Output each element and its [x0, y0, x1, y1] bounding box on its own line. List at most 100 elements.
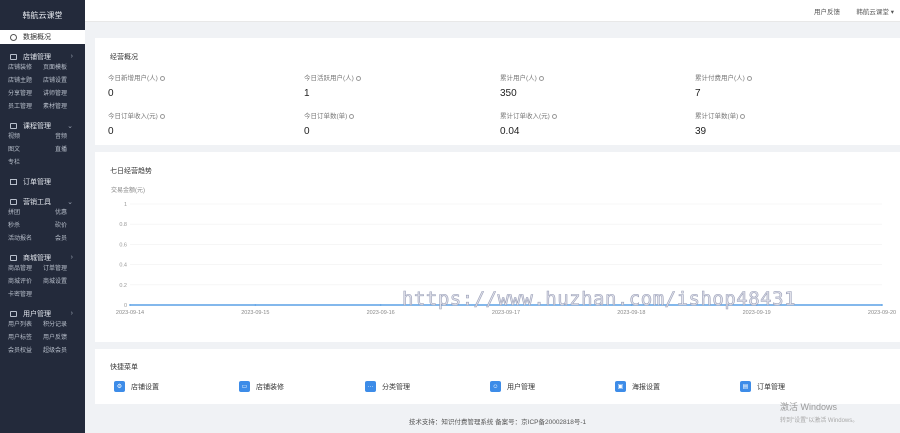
data-point [129, 304, 131, 306]
sidebar-subitem[interactable]: 讲师管理 [43, 89, 78, 100]
sidebar-subitem[interactable]: 员工管理 [8, 102, 43, 113]
quick-menu-card: 快捷菜单 [95, 349, 900, 404]
quick-item-order-management[interactable]: ▤ 订单管理 [740, 381, 785, 392]
stat-value: 0 [108, 88, 114, 99]
x-tick-label: 2023-09-14 [116, 310, 144, 316]
sidebar: 韩航云课堂 数据概况 店铺管理 › 店铺装修 页面模板 店铺主题 店铺设置 分享… [0, 0, 85, 433]
quick-item-user-management[interactable]: ☺ 用户管理 [490, 381, 535, 392]
stat-value: 0.04 [500, 126, 520, 137]
sidebar-subitem[interactable]: 图文 [8, 145, 43, 156]
help-icon [551, 113, 557, 119]
help-icon [159, 75, 165, 81]
sidebar-subitem[interactable]: 商品管理 [8, 264, 43, 275]
sidebar-group-mall-header[interactable]: 商城管理 › [0, 251, 85, 264]
order-icon: ▤ [740, 381, 751, 392]
x-tick-label: 2023-09-18 [617, 310, 645, 316]
x-tick-label: 2023-09-17 [492, 310, 520, 316]
y-tick-label: 0.6 [119, 242, 127, 248]
y-tick-label: 0 [124, 303, 127, 309]
sidebar-group-store-header[interactable]: 店铺管理 › [0, 50, 85, 63]
windows-activation-notice: 激活 Windows 转到"设置"以激活 Windows。 [780, 402, 859, 424]
stat-value: 350 [500, 88, 517, 99]
sidebar-subitem[interactable]: 用户反馈 [43, 333, 78, 344]
chevron-down-icon: ⌄ [67, 198, 73, 206]
quick-item-store-decor[interactable]: ▭ 店铺装修 [239, 381, 284, 392]
chevron-right-icon: › [70, 310, 73, 317]
store-icon [10, 53, 17, 60]
chevron-right-icon: › [70, 53, 73, 60]
quick-item-store-settings[interactable]: ⚙ 店铺设置 [114, 381, 159, 392]
sidebar-subitem[interactable]: 超级会员 [43, 346, 78, 357]
stat-value: 1 [304, 88, 310, 99]
help-icon [740, 113, 746, 119]
dashboard-icon [10, 33, 17, 41]
sidebar-group-course: 课程管理 ⌄ 视频 音频 图文 直播 专栏 [0, 119, 85, 169]
marketing-icon [10, 198, 17, 205]
sidebar-subitem[interactable]: 商城设置 [43, 277, 78, 288]
sidebar-subitem[interactable]: 秒杀 [8, 221, 43, 232]
user-icon: ☺ [490, 381, 501, 392]
sidebar-group-course-header[interactable]: 课程管理 ⌄ [0, 119, 85, 132]
chevron-down-icon: ⌄ [67, 122, 73, 130]
y-tick-label: 0.4 [119, 263, 127, 269]
gear-icon: ⚙ [114, 381, 125, 392]
sidebar-group-users: 用户管理 › 用户列表 积分记录 用户标签 用户反馈 会员权益 超级会员 [0, 307, 85, 357]
sidebar-subitem[interactable]: 商城评价 [8, 277, 43, 288]
trend-chart: 交易金额(元) 0 0.2 0.4 0.6 0.8 1 2023-09-14 2023-09-1… [111, 186, 896, 316]
stat-item: 累计订单数(单) 39 [695, 110, 746, 137]
y-tick-label: 0.2 [119, 283, 127, 289]
sidebar-subitem[interactable]: 用户标签 [8, 333, 43, 344]
sidebar-group-marketing-header[interactable]: 营销工具 ⌄ [0, 195, 85, 208]
stat-value: 0 [108, 126, 114, 137]
feedback-link[interactable]: 用户反馈 [814, 6, 840, 16]
app-logo: 韩航云课堂 [22, 10, 63, 20]
sidebar-subitem[interactable]: 会员 [43, 234, 78, 245]
sidebar-subitem[interactable]: 店铺设置 [43, 76, 78, 87]
user-menu[interactable]: 韩航云课堂 ▾ [856, 6, 894, 16]
sidebar-group-users-header[interactable]: 用户管理 › [0, 307, 85, 320]
sidebar-subitem[interactable]: 会员权益 [8, 346, 43, 357]
sidebar-subitem[interactable]: 优惠 [43, 208, 78, 219]
sidebar-subitem[interactable]: 音频 [43, 132, 78, 143]
stat-item: 今日新增用户(人) 0 [108, 72, 165, 99]
sidebar-subitem[interactable]: 视频 [8, 132, 43, 143]
stat-value: 7 [695, 88, 701, 99]
sidebar-subitem[interactable]: 用户列表 [8, 320, 43, 331]
quick-item-category[interactable]: ··· 分类管理 [365, 381, 410, 392]
sidebar-item-label: 数据概况 [23, 34, 51, 41]
sidebar-item-orders[interactable]: 订单管理 [0, 175, 85, 189]
mall-icon [10, 254, 17, 261]
overview-card: 经营概况 今日新增用户(人) 0 今日活跃用户(人) 1 累计用户(人) 350… [95, 38, 900, 145]
stat-item: 累计订单收入(元) 0.04 [500, 110, 557, 137]
sidebar-subitem[interactable]: 积分记录 [43, 320, 78, 331]
sidebar-subitem[interactable]: 店铺装修 [8, 63, 43, 74]
watermark-text: https://www.huzhan.com/ishop48431 [402, 288, 796, 311]
stat-item: 今日订单收入(元) 0 [108, 110, 165, 137]
course-icon [10, 122, 17, 129]
sidebar-subitem[interactable]: 素材管理 [43, 102, 78, 113]
stat-item: 累计付费用户(人) 7 [695, 72, 752, 99]
quick-item-poster-settings[interactable]: ▣ 海报设置 [615, 381, 660, 392]
sidebar-subitem[interactable]: 专栏 [8, 158, 43, 169]
quick-menu-title: 快捷菜单 [110, 364, 138, 371]
sidebar-subitem[interactable]: 页面模板 [43, 63, 78, 74]
y-tick-label: 0.8 [119, 222, 127, 228]
sidebar-subitem[interactable]: 卡密管理 [8, 290, 43, 301]
sidebar-item-data-overview[interactable]: 数据概况 [0, 30, 85, 44]
sidebar-subitem[interactable]: 直播 [43, 145, 78, 156]
x-tick-label: 2023-09-15 [241, 310, 269, 316]
data-point [254, 304, 257, 306]
sidebar-group-store: 店铺管理 › 店铺装修 页面模板 店铺主题 店铺设置 分享管理 讲师管理 员工管… [0, 50, 85, 113]
y-axis-label: 交易金额(元) [111, 186, 145, 194]
data-point [881, 304, 883, 306]
help-icon [538, 75, 544, 81]
stat-item: 累计用户(人) 350 [500, 72, 544, 99]
sidebar-subitem[interactable]: 分享管理 [8, 89, 43, 100]
sidebar-group-marketing: 营销工具 ⌄ 拼团 优惠 秒杀 砍价 活动报名 会员 [0, 195, 85, 245]
sidebar-subitem[interactable]: 活动报名 [8, 234, 43, 245]
sidebar-subitem[interactable]: 拼团 [8, 208, 43, 219]
sidebar-subitem[interactable]: 店铺主题 [8, 76, 43, 87]
stat-value: 39 [695, 126, 707, 137]
sidebar-subitem[interactable]: 砍价 [43, 221, 78, 232]
sidebar-subitem[interactable]: 订单管理 [43, 264, 78, 275]
